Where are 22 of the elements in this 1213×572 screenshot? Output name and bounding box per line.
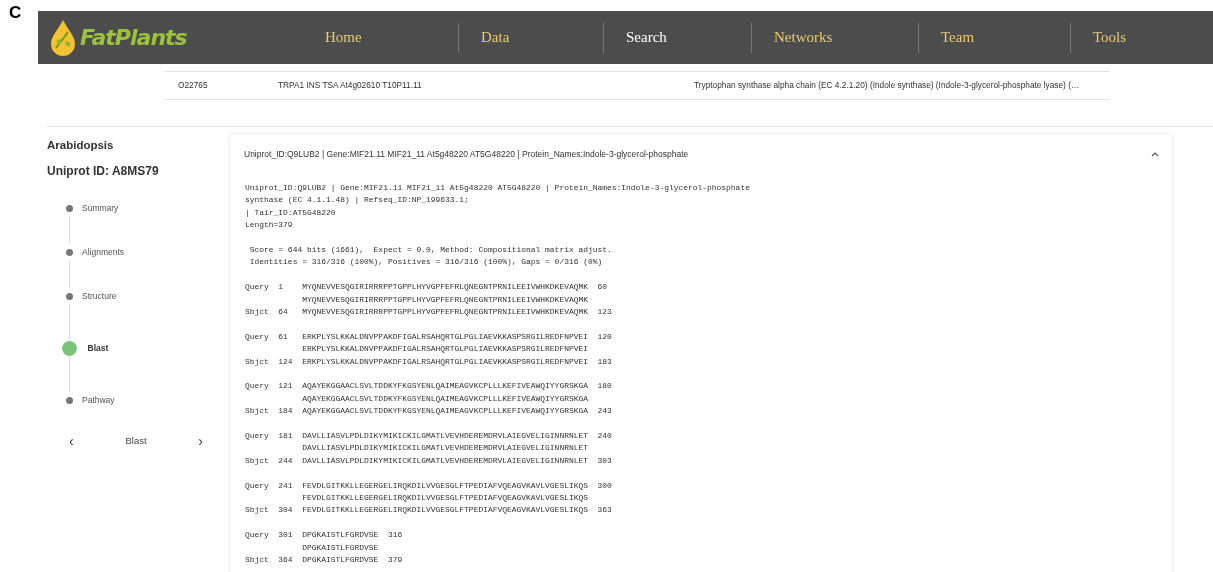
previous-button[interactable]: ‹ <box>65 434 78 449</box>
panel-label: C <box>9 3 22 24</box>
card-header-text: Uniprot_ID:Q9LUB2 | Gene:MIF21.11 MIF21_11 At5g48220 AT5G48220 | Protein_Names:Indole-3-glycerol-phosphate <box>244 147 689 161</box>
stepper-step[interactable]: Alignments <box>64 244 230 261</box>
nav-link[interactable]: Home <box>308 22 458 53</box>
next-button[interactable]: › <box>194 434 207 449</box>
uniprot-id-title: Uniprot ID: A8MS79 <box>47 163 160 181</box>
stepper-step[interactable]: Blast <box>64 340 230 357</box>
nav-link[interactable]: Search <box>603 22 751 53</box>
table-cell: TRPA1 INS TSA At4g02610 T10P11.11 <box>278 80 422 91</box>
nav-link[interactable]: Networks <box>751 22 918 53</box>
nav-link[interactable]: Data <box>458 22 603 53</box>
step-label: Blast <box>125 434 147 449</box>
table-cell: Tryptophan synthase alpha chain (EC 4.2.1.20) (Indole synthase) (Indole-3-glycerol-phosphate lyase) (… <box>694 80 1080 91</box>
logo-text: FatPlants <box>80 24 187 52</box>
nav-link[interactable]: Tools <box>1070 22 1210 53</box>
stepper-step[interactable]: Summary <box>64 200 230 217</box>
nav-link[interactable]: Team <box>918 22 1070 53</box>
organism-title: Arabidopsis <box>47 138 115 153</box>
stepper-step[interactable]: Pathway <box>64 392 230 409</box>
stepper-step[interactable]: Structure <box>64 288 230 305</box>
table-cell: O22765 <box>178 80 208 91</box>
